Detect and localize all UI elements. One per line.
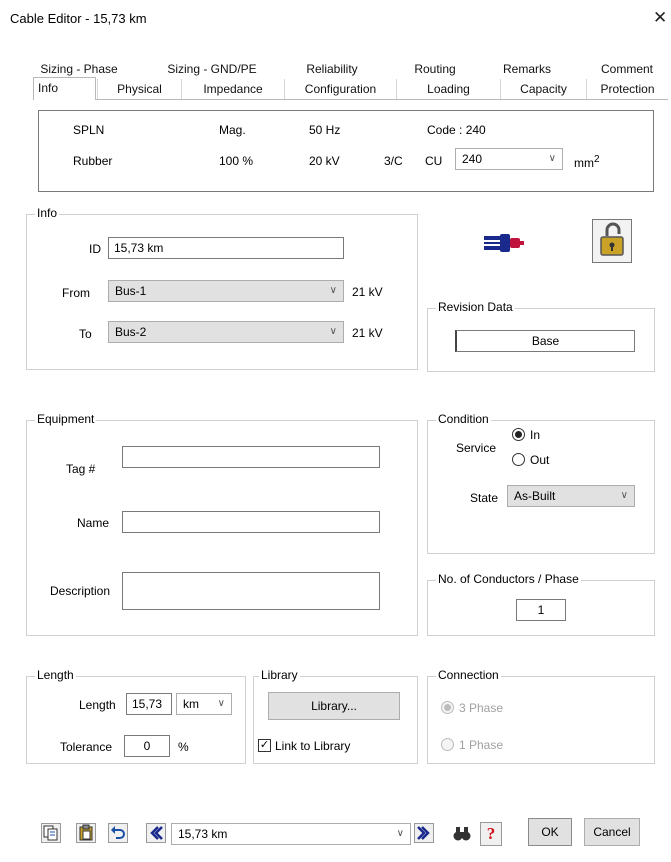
cable-size-select[interactable]: 240 ∨ <box>455 148 563 170</box>
state-value: As-Built <box>514 489 556 503</box>
state-select[interactable]: As-Built ∨ <box>507 485 635 507</box>
chevron-down-icon: ∨ <box>548 153 556 164</box>
state-label: State <box>470 491 499 505</box>
ok-button[interactable]: OK <box>528 818 572 846</box>
element-navigator-select[interactable]: 15,73 km ∨ <box>171 823 411 845</box>
conductor-text: CU <box>425 154 443 168</box>
chevron-down-icon: ∨ <box>329 285 337 296</box>
padlock-icon[interactable] <box>592 219 632 263</box>
chevron-down-icon: ∨ <box>620 490 628 501</box>
element-navigator-value: 15,73 km <box>178 827 228 841</box>
service-label: Service <box>456 441 497 455</box>
frequency-text: 50 Hz <box>309 123 341 137</box>
cancel-button[interactable]: Cancel <box>584 818 640 846</box>
tolerance-input[interactable]: 0 <box>124 735 170 757</box>
three-phase-radio[interactable] <box>441 701 454 714</box>
id-label: ID <box>89 242 101 256</box>
tab-protection[interactable]: Protection <box>586 79 668 99</box>
service-in-label[interactable]: In <box>530 428 540 442</box>
service-out-label[interactable]: Out <box>530 453 549 467</box>
tab-sizing-gnd-pe[interactable]: Sizing - GND/PE <box>160 60 264 78</box>
magnetic-text: Mag. <box>219 123 246 137</box>
conductors-per-phase-input[interactable]: 1 <box>516 599 566 621</box>
description-label: Description <box>50 584 111 598</box>
chevron-down-icon: ∨ <box>217 698 225 709</box>
name-label: Name <box>77 516 110 530</box>
condition-group-label: Condition <box>436 412 491 426</box>
standard-text: SPLN <box>73 123 105 137</box>
chevron-down-icon: ∨ <box>329 326 337 337</box>
tolerance-unit: % <box>178 740 189 754</box>
unit-base: mm <box>574 156 594 170</box>
connection-group-label: Connection <box>436 668 501 682</box>
from-kv-text: 21 kV <box>352 285 383 299</box>
tab-routing[interactable]: Routing <box>395 60 475 78</box>
tag-label: Tag # <box>66 462 96 476</box>
unit-text: mm2 <box>574 154 600 170</box>
tab-impedance[interactable]: Impedance <box>181 79 284 99</box>
link-to-library-label[interactable]: Link to Library <box>275 739 350 753</box>
three-phase-label[interactable]: 3 Phase <box>459 701 503 715</box>
tab-physical[interactable]: Physical <box>97 79 181 99</box>
one-phase-radio[interactable] <box>441 738 454 751</box>
percent-text: 100 % <box>219 154 254 168</box>
one-phase-label[interactable]: 1 Phase <box>459 738 503 752</box>
link-to-library-checkbox[interactable]: ✓ <box>258 739 271 752</box>
length-group-label: Length <box>35 668 76 682</box>
length-label: Length <box>79 698 116 712</box>
library-button[interactable]: Library... <box>268 692 400 720</box>
tab-strip-divider <box>36 99 668 100</box>
length-unit-value: km <box>183 697 199 711</box>
to-label: To <box>79 327 92 341</box>
library-group-label: Library <box>259 668 300 682</box>
service-in-radio[interactable] <box>512 428 525 441</box>
tab-remarks[interactable]: Remarks <box>487 60 567 78</box>
to-kv-text: 21 kV <box>352 326 383 340</box>
tab-loading[interactable]: Loading <box>396 79 500 99</box>
description-input[interactable] <box>122 572 380 610</box>
equipment-group-label: Equipment <box>35 412 97 426</box>
next-icon[interactable] <box>414 823 434 843</box>
from-label: From <box>62 286 90 300</box>
voltage-text: 20 kV <box>309 154 340 168</box>
tab-comment[interactable]: Comment <box>586 60 668 78</box>
close-icon[interactable]: ✕ <box>653 8 667 28</box>
title-bar: Cable Editor - 15,73 km ✕ <box>0 0 671 42</box>
cable-summary-box: SPLN Mag. 50 Hz Code : 240 Rubber 100 % … <box>38 110 654 192</box>
cable-size-value: 240 <box>462 152 483 166</box>
from-bus-value: Bus-1 <box>115 284 147 298</box>
tag-input[interactable] <box>122 446 380 468</box>
length-input[interactable]: 15,73 <box>126 693 172 715</box>
tab-capacity[interactable]: Capacity <box>500 79 586 99</box>
conductors-per-phase-label: No. of Conductors / Phase <box>436 572 581 586</box>
tab-info[interactable]: Info <box>33 77 96 100</box>
id-input[interactable]: 15,73 km <box>108 237 344 259</box>
to-bus-select[interactable]: Bus-2 ∨ <box>108 321 344 343</box>
service-out-radio[interactable] <box>512 453 525 466</box>
info-group-label: Info <box>35 206 60 220</box>
from-bus-select[interactable]: Bus-1 ∨ <box>108 280 344 302</box>
paste-icon[interactable] <box>76 823 96 843</box>
help-icon[interactable]: ? <box>480 822 502 846</box>
to-bus-value: Bus-2 <box>115 325 147 339</box>
revision-data-label: Revision Data <box>436 300 515 314</box>
insulation-text: Rubber <box>73 154 113 168</box>
tab-reliability[interactable]: Reliability <box>292 60 372 78</box>
cores-text: 3/C <box>384 154 403 168</box>
code-text: Code : 240 <box>427 123 486 137</box>
unit-superscript: 2 <box>594 154 600 165</box>
revision-data-field[interactable]: Base <box>455 330 635 352</box>
window-title: Cable Editor - 15,73 km <box>10 11 147 26</box>
find-binoculars-icon[interactable] <box>452 824 472 844</box>
cable-plug-icon[interactable] <box>484 232 524 254</box>
undo-icon[interactable] <box>108 823 128 843</box>
previous-icon[interactable] <box>146 823 166 843</box>
chevron-down-icon: ∨ <box>396 828 404 839</box>
length-unit-select[interactable]: km ∨ <box>176 693 232 715</box>
tab-sizing-phase[interactable]: Sizing - Phase <box>36 60 122 78</box>
copy-icon[interactable] <box>41 823 61 843</box>
name-input[interactable] <box>122 511 380 533</box>
tolerance-label: Tolerance <box>60 740 113 754</box>
tab-configuration[interactable]: Configuration <box>284 79 396 99</box>
